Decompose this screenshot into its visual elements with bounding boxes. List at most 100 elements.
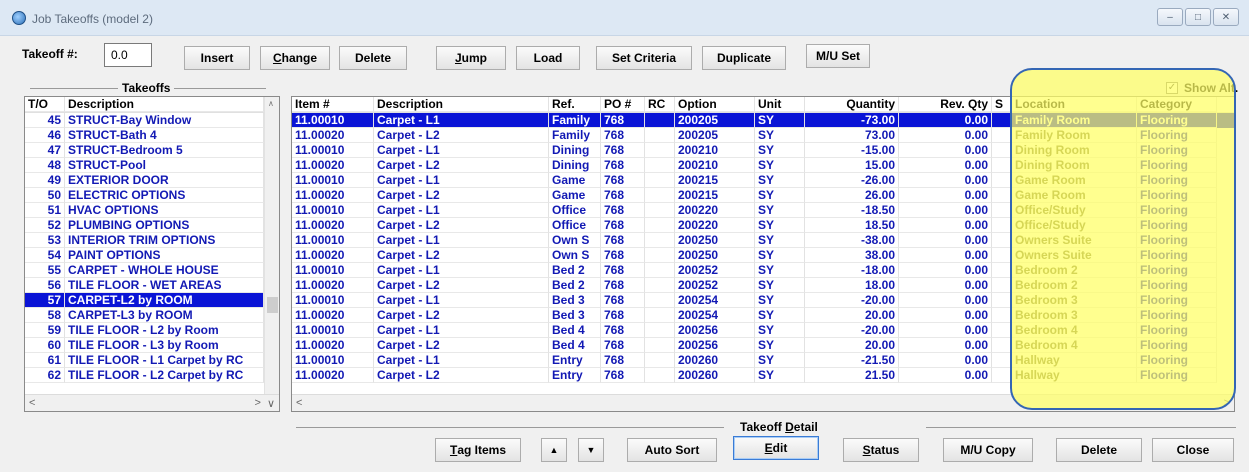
ref: Own S (549, 248, 601, 263)
scroll-down-icon[interactable]: ∨ (267, 397, 275, 410)
s-cell (992, 263, 1012, 278)
detail-row[interactable]: 11.00010 Carpet - L1 Bed 4 768 200256 SY -20.0… (292, 323, 1234, 338)
takeoffs-vertical-scrollbar[interactable]: ∧ (264, 97, 279, 394)
tag-items-button[interactable]: Tag Items (435, 438, 521, 462)
detail-row[interactable]: 11.00020 Carpet - L2 Bed 4 768 200256 SY 20.00… (292, 338, 1234, 353)
detail-row[interactable]: 11.00020 Carpet - L2 Own S 768 200250 SY 38.00… (292, 248, 1234, 263)
takeoffs-scroll-thumb[interactable] (267, 297, 278, 313)
takeoff-row[interactable]: 60 TILE FLOOR - L3 by Room (25, 338, 279, 353)
column-header-rev-qty[interactable]: Rev. Qty (899, 97, 992, 112)
minimize-button[interactable]: – (1157, 8, 1183, 26)
column-header-description[interactable]: Description (65, 97, 264, 112)
takeoff-number-input[interactable]: 0.0 (104, 43, 152, 67)
detail-row[interactable]: 11.00020 Carpet - L2 Bed 3 768 200254 SY 20.00… (292, 308, 1234, 323)
mu-copy-button[interactable]: M/U Copy (943, 438, 1033, 462)
takeoff-detail-grid[interactable]: Item # Description Ref. PO # RC Option U… (291, 96, 1235, 412)
takeoff-row[interactable]: 46 STRUCT-Bath 4 (25, 128, 279, 143)
location: Owners Suite (1012, 248, 1137, 263)
s-cell (992, 203, 1012, 218)
detail-row[interactable]: 11.00010 Carpet - L1 Bed 3 768 200254 SY -20.0… (292, 293, 1234, 308)
move-down-button[interactable]: ▼ (578, 438, 604, 462)
column-header-location[interactable]: Location (1012, 97, 1137, 112)
takeoff-row[interactable]: 54 PAINT OPTIONS (25, 248, 279, 263)
column-header-category[interactable]: Category (1137, 97, 1217, 112)
takeoff-row[interactable]: 56 TILE FLOOR - WET AREAS (25, 278, 279, 293)
jump-button[interactable]: Jump (436, 46, 506, 70)
column-header-option[interactable]: Option (675, 97, 755, 112)
restore-button[interactable]: □ (1185, 8, 1211, 26)
takeoff-row[interactable]: 55 CARPET - WHOLE HOUSE (25, 263, 279, 278)
location: Dining Room (1012, 143, 1137, 158)
takeoff-row[interactable]: 61 TILE FLOOR - L1 Carpet by RC (25, 353, 279, 368)
takeoff-row[interactable]: 52 PLUMBING OPTIONS (25, 218, 279, 233)
show-alt-checkbox[interactable]: ✓ (1166, 82, 1178, 94)
change-button[interactable]: Change (260, 46, 330, 70)
scroll-left-icon[interactable]: < (29, 397, 35, 409)
detail-row[interactable]: 11.00020 Carpet - L2 Bed 2 768 200252 SY 18.00… (292, 278, 1234, 293)
takeoffs-horizontal-scrollbar[interactable]: < > ∨ (25, 394, 279, 411)
detail-row[interactable]: 11.00010 Carpet - L1 Office 768 200220 SY -18.… (292, 203, 1234, 218)
detail-horizontal-scrollbar[interactable]: < > (292, 394, 1234, 411)
detail-row[interactable]: 11.00020 Carpet - L2 Family 768 200205 SY 73.0… (292, 128, 1234, 143)
detail-row[interactable]: 11.00010 Carpet - L1 Family 768 200205 SY -73.… (292, 113, 1234, 128)
delete-detail-button[interactable]: Delete (1056, 438, 1142, 462)
column-header-quantity[interactable]: Quantity (805, 97, 899, 112)
detail-row[interactable]: 11.00020 Carpet - L2 Entry 768 200260 SY 21.50… (292, 368, 1234, 383)
column-header-po[interactable]: PO # (601, 97, 645, 112)
move-up-button[interactable]: ▲ (541, 438, 567, 462)
detail-row[interactable]: 11.00010 Carpet - L1 Game 768 200215 SY -26.00… (292, 173, 1234, 188)
takeoff-row[interactable]: 59 TILE FLOOR - L2 by Room (25, 323, 279, 338)
takeoff-row[interactable]: 50 ELECTRIC OPTIONS (25, 188, 279, 203)
detail-row[interactable]: 11.00010 Carpet - L1 Dining 768 200210 SY -15.… (292, 143, 1234, 158)
location: Game Room (1012, 173, 1137, 188)
column-header-detail-description[interactable]: Description (374, 97, 549, 112)
delete-takeoff-button[interactable]: Delete (339, 46, 407, 70)
duplicate-button[interactable]: Duplicate (702, 46, 786, 70)
takeoff-row[interactable]: 58 CARPET-L3 by ROOM (25, 308, 279, 323)
load-button[interactable]: Load (516, 46, 580, 70)
takeoff-row[interactable]: 47 STRUCT-Bedroom 5 (25, 143, 279, 158)
option: 200252 (675, 278, 755, 293)
location: Office/Study (1012, 218, 1137, 233)
takeoff-row[interactable]: 57 CARPET-L2 by ROOM (25, 293, 279, 308)
auto-sort-button[interactable]: Auto Sort (627, 438, 717, 462)
close-window-button[interactable]: ✕ (1213, 8, 1239, 26)
rc (645, 353, 675, 368)
unit: SY (755, 353, 805, 368)
column-header-ref[interactable]: Ref. (549, 97, 601, 112)
insert-button[interactable]: Insert (184, 46, 250, 70)
detail-row[interactable]: 11.00020 Carpet - L2 Game 768 200215 SY 26.00 0… (292, 188, 1234, 203)
quantity: -20.00 (805, 293, 899, 308)
takeoff-row[interactable]: 49 EXTERIOR DOOR (25, 173, 279, 188)
column-header-item[interactable]: Item # (292, 97, 374, 112)
edit-button[interactable]: Edit (733, 436, 819, 460)
location: Family Room (1012, 128, 1137, 143)
column-header-unit[interactable]: Unit (755, 97, 805, 112)
detail-row[interactable]: 11.00020 Carpet - L2 Dining 768 200210 SY 15.0… (292, 158, 1234, 173)
takeoffs-list[interactable]: T/O Description 45 STRUCT-Bay Window 46 STR… (24, 96, 280, 412)
status-button[interactable]: Status (843, 438, 919, 462)
takeoff-row[interactable]: 62 TILE FLOOR - L2 Carpet by RC (25, 368, 279, 383)
scroll-right-icon[interactable]: > (255, 397, 261, 409)
detail-row[interactable]: 11.00020 Carpet - L2 Office 768 200220 SY 18.5… (292, 218, 1234, 233)
takeoff-row[interactable]: 48 STRUCT-Pool (25, 158, 279, 173)
takeoff-row[interactable]: 51 HVAC OPTIONS (25, 203, 279, 218)
scroll-up-icon[interactable]: ∧ (268, 99, 274, 108)
s-cell (992, 368, 1012, 383)
show-alt-label[interactable]: Show Alt. (1184, 81, 1238, 95)
set-criteria-button[interactable]: Set Criteria (596, 46, 692, 70)
detail-row[interactable]: 11.00010 Carpet - L1 Entry 768 200260 SY -21.5… (292, 353, 1234, 368)
detail-row[interactable]: 11.00010 Carpet - L1 Own S 768 200250 SY -38.0… (292, 233, 1234, 248)
takeoff-row[interactable]: 45 STRUCT-Bay Window (25, 113, 279, 128)
column-header-to[interactable]: T/O (25, 97, 65, 112)
close-button[interactable]: Close (1152, 438, 1234, 462)
detail-scroll-left-icon[interactable]: < (296, 397, 302, 409)
detail-row[interactable]: 11.00010 Carpet - L1 Bed 2 768 200252 SY -18.0… (292, 263, 1234, 278)
column-header-rc[interactable]: RC (645, 97, 675, 112)
takeoff-row[interactable]: 53 INTERIOR TRIM OPTIONS (25, 233, 279, 248)
column-header-s[interactable]: S (992, 97, 1012, 112)
takeoff-description: STRUCT-Bedroom 5 (65, 143, 264, 158)
mu-set-button[interactable]: M/U Set (806, 44, 870, 68)
detail-scroll-right-icon[interactable]: > (1224, 397, 1230, 409)
detail-description: Carpet - L1 (374, 173, 549, 188)
